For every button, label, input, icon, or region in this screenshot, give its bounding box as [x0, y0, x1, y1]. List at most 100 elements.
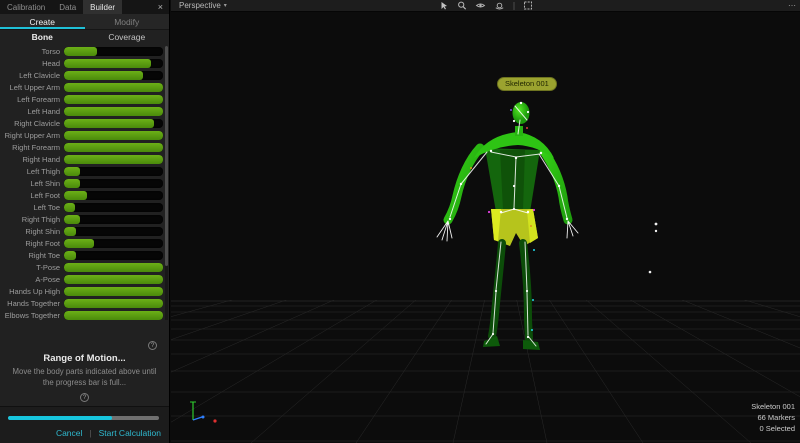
bone-row: Left Forearm	[0, 93, 163, 105]
panel-scrollbar[interactable]	[165, 46, 168, 320]
select-cursor-icon[interactable]	[439, 1, 448, 10]
orbit-camera-icon[interactable]	[494, 1, 504, 10]
bone-progress-fill	[64, 191, 87, 200]
bone-progress-fill	[64, 167, 80, 176]
bone-row: T-Pose	[0, 261, 163, 273]
selection-status: Skeleton 001 66 Markers 0 Selected	[751, 401, 795, 434]
rom-description: Move the body parts indicated above unti…	[0, 364, 169, 388]
close-icon[interactable]: ×	[152, 0, 169, 14]
bone-progress-bar	[64, 107, 163, 116]
bone-label: Right Upper Arm	[0, 131, 64, 140]
bone-label: Left Forearm	[0, 95, 64, 104]
bone-progress-fill	[64, 47, 97, 56]
tab-bone[interactable]: Bone	[0, 32, 85, 42]
bone-label: Left Hand	[0, 107, 64, 116]
bone-progress-fill	[64, 119, 154, 128]
viewport-tools	[439, 0, 532, 11]
bone-progress-bar	[64, 143, 163, 152]
rom-help-icon[interactable]: ?	[80, 393, 89, 402]
bone-label: Right Clavicle	[0, 119, 64, 128]
bone-row: Right Toe	[0, 249, 163, 261]
marker-dots[interactable]	[649, 223, 658, 274]
start-calculation-button[interactable]: Start Calculation	[99, 428, 161, 438]
3d-viewport[interactable]: Perspective ▾	[171, 0, 800, 443]
bone-label: Right Toe	[0, 251, 64, 260]
cancel-button[interactable]: Cancel	[56, 428, 82, 438]
bone-label: Elbows Together	[0, 311, 64, 320]
marquee-select-icon[interactable]	[523, 1, 532, 10]
bone-row: Left Upper Arm	[0, 81, 163, 93]
bone-label: Left Clavicle	[0, 71, 64, 80]
bone-progress-bar	[64, 287, 163, 296]
bone-progress-bar	[64, 131, 163, 140]
camera-view-dropdown[interactable]: Perspective ▾	[171, 1, 227, 10]
status-skeleton-name: Skeleton 001	[751, 401, 795, 412]
bone-row: Elbows Together	[0, 309, 163, 321]
bone-label: Hands Together	[0, 299, 64, 308]
range-of-motion-section: Range of Motion... Move the body parts i…	[0, 353, 169, 402]
bone-progress-fill	[64, 131, 163, 140]
scrollbar-thumb[interactable]	[165, 46, 168, 266]
bone-label: A-Pose	[0, 275, 64, 284]
bone-progress-bar	[64, 191, 163, 200]
bone-label: Hands Up High	[0, 287, 64, 296]
scene-canvas[interactable]	[171, 0, 800, 443]
bone-row: Left Hand	[0, 105, 163, 117]
viewport-toolbar: Perspective ▾	[171, 0, 800, 12]
bone-progress-bar	[64, 215, 163, 224]
bone-progress-bar	[64, 59, 163, 68]
bone-label: Right Thigh	[0, 215, 64, 224]
bone-progress-fill	[64, 251, 76, 260]
bone-progress-bar	[64, 47, 163, 56]
builder-panel: Calibration Data Builder × Create Modify…	[0, 0, 170, 443]
status-marker-count: 66 Markers	[751, 412, 795, 423]
visibility-eye-icon[interactable]	[475, 1, 485, 10]
tab-data[interactable]: Data	[52, 0, 83, 14]
bone-progress-fill	[64, 203, 75, 212]
skeleton-name-tag[interactable]: Skeleton 001	[497, 77, 557, 91]
bone-row: Left Shin	[0, 177, 163, 189]
tab-modify[interactable]: Modify	[85, 14, 170, 29]
more-options-icon[interactable]: ⋯	[788, 0, 795, 11]
bone-label: Right Forearm	[0, 143, 64, 152]
bone-row: Left Foot	[0, 189, 163, 201]
bone-progress-fill	[64, 275, 163, 284]
bone-progress-fill	[64, 143, 163, 152]
bone-row: Hands Together	[0, 297, 163, 309]
tab-builder[interactable]: Builder	[83, 0, 122, 14]
bone-row: Left Thigh	[0, 165, 163, 177]
bone-progress-bar	[64, 299, 163, 308]
tab-coverage[interactable]: Coverage	[85, 32, 170, 42]
bone-progress-fill	[64, 287, 163, 296]
bone-row: Right Hand	[0, 153, 163, 165]
bone-progress-fill	[64, 227, 76, 236]
skeleton-figure[interactable]	[437, 102, 578, 350]
bone-row: Left Clavicle	[0, 69, 163, 81]
zoom-tool-icon[interactable]	[457, 1, 466, 10]
bone-label: Head	[0, 59, 64, 68]
bone-progress-bar	[64, 263, 163, 272]
bone-progress-fill	[64, 179, 80, 188]
button-divider: |	[89, 428, 91, 438]
bone-row: Head	[0, 57, 163, 69]
bone-progress-bar	[64, 251, 163, 260]
app-window: Calibration Data Builder × Create Modify…	[0, 0, 800, 443]
bone-row: Right Shin	[0, 225, 163, 237]
toolbar-divider	[513, 2, 514, 10]
help-icon[interactable]: ?	[148, 341, 157, 350]
bone-label: Torso	[0, 47, 64, 56]
bone-list: Torso Head Left Clavicle Left Up	[0, 45, 163, 321]
bone-progress-fill	[64, 299, 163, 308]
tab-create[interactable]: Create	[0, 14, 85, 29]
bone-progress-bar	[64, 95, 163, 104]
bone-row: A-Pose	[0, 273, 163, 285]
panel-tabbar: Calibration Data Builder ×	[0, 0, 169, 14]
bone-progress-fill	[64, 59, 151, 68]
rom-progress-fill	[8, 416, 112, 420]
bone-progress-bar	[64, 71, 163, 80]
axis-gizmo	[190, 402, 217, 423]
chevron-down-icon: ▾	[224, 2, 227, 9]
tab-calibration[interactable]: Calibration	[0, 0, 52, 14]
rom-heading: Range of Motion...	[0, 353, 169, 364]
bone-progress-bar	[64, 155, 163, 164]
